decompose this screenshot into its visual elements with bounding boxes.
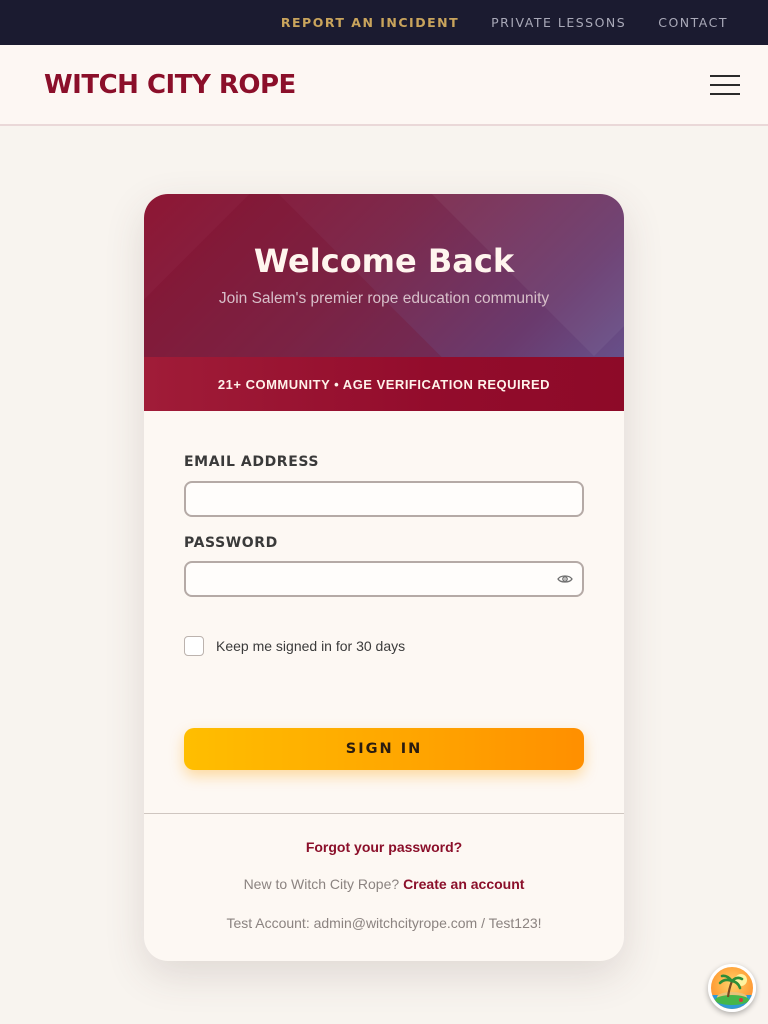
remember-me-label: Keep me signed in for 30 days	[216, 638, 406, 654]
sign-in-button[interactable]: SIGN IN	[184, 728, 584, 770]
site-logo[interactable]: WITCH CITY ROPE	[44, 70, 296, 100]
forgot-password-link[interactable]: Forgot your password?	[306, 839, 462, 855]
email-label: EMAIL ADDRESS	[184, 454, 320, 470]
hamburger-line	[710, 74, 740, 77]
page-subtitle: Join Salem's premier rope education comm…	[218, 290, 550, 307]
report-incident-link[interactable]: REPORT AN INCIDENT	[281, 15, 459, 30]
eye-icon[interactable]	[557, 571, 573, 587]
remember-me-row: Keep me signed in for 30 days	[184, 636, 584, 656]
email-field-wrapper	[184, 481, 584, 517]
hamburger-menu-icon[interactable]	[710, 74, 740, 95]
login-form: EMAIL ADDRESS PASSWORD Keep me signed in…	[144, 411, 624, 770]
login-card: Welcome Back Join Salem's premier rope e…	[144, 194, 624, 961]
email-field[interactable]	[186, 483, 582, 515]
create-account-link[interactable]: Create an account	[403, 876, 524, 892]
main-header: WITCH CITY ROPE	[0, 45, 768, 124]
hamburger-line	[710, 83, 740, 86]
card-hero: Welcome Back Join Salem's premier rope e…	[144, 194, 624, 357]
private-lessons-link[interactable]: PRIVATE LESSONS	[491, 15, 626, 30]
auth-links: Forgot your password? New to Witch City …	[144, 839, 624, 931]
hamburger-line	[710, 92, 740, 95]
new-user-text: New to Witch City Rope?	[243, 876, 400, 892]
contact-link[interactable]: CONTACT	[658, 15, 728, 30]
age-verification-banner: 21+ COMMUNITY • AGE VERIFICATION REQUIRE…	[144, 357, 624, 411]
password-field[interactable]	[186, 563, 582, 595]
new-user-row: New to Witch City Rope? Create an accoun…	[144, 876, 624, 892]
page-title: Welcome Back	[253, 242, 515, 280]
password-label: PASSWORD	[184, 535, 278, 551]
password-field-wrapper	[184, 561, 584, 597]
test-account-info: Test Account: admin@witchcityrope.com / …	[226, 915, 542, 931]
divider	[144, 813, 624, 814]
remember-me-checkbox[interactable]	[184, 636, 204, 656]
tropical-island-icon[interactable]	[708, 964, 756, 1012]
island-graphic	[711, 974, 753, 1009]
utility-nav: REPORT AN INCIDENT PRIVATE LESSONS CONTA…	[0, 0, 768, 45]
